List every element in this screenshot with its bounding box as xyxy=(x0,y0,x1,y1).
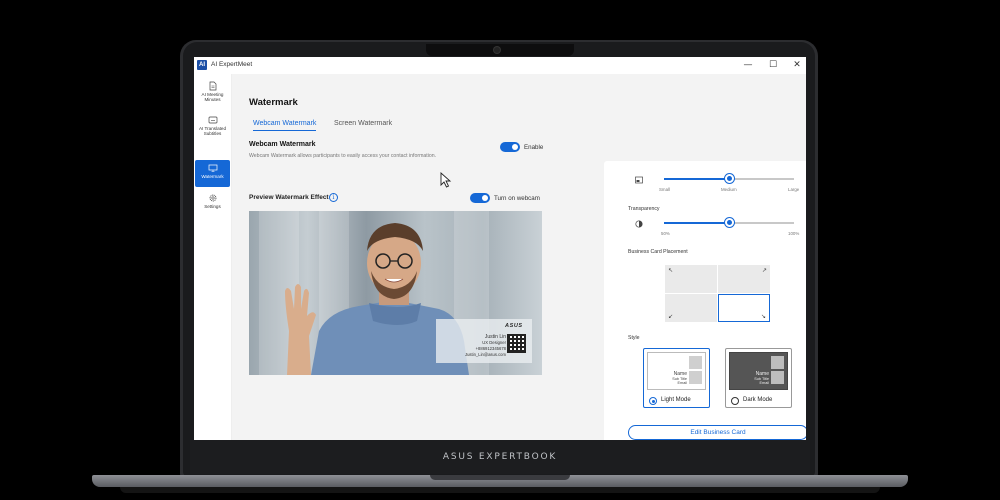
app-window: AI AI ExpertMeet — ☐ ✕ AI Meeting Minute… xyxy=(194,57,806,440)
placement-top-left[interactable]: ↖ xyxy=(665,265,717,293)
window-title: AI ExpertMeet xyxy=(211,61,253,68)
close-button[interactable]: ✕ xyxy=(791,59,803,71)
monitor-icon xyxy=(208,164,217,172)
edit-business-card-button[interactable]: Edit Business Card xyxy=(628,425,806,440)
asus-logo-text: ASUS xyxy=(505,323,523,329)
webcam-toggle-label: Turn on webcam xyxy=(494,195,540,202)
laptop-hinge-notch xyxy=(430,475,570,480)
info-icon[interactable]: i xyxy=(329,193,338,202)
qr-code xyxy=(507,334,526,353)
sidebar-item-label: Watermark xyxy=(201,174,224,179)
dark-mode-radio[interactable] xyxy=(731,397,739,405)
tab-screen-watermark[interactable]: Screen Watermark xyxy=(334,120,392,130)
sidebar-item-label: AI Translated Subtitles xyxy=(198,126,227,137)
size-slider-knob[interactable] xyxy=(724,174,734,183)
enable-watermark-toggle[interactable] xyxy=(500,142,520,152)
sidebar-item-ai-translated-subtitles[interactable]: AI Translated Subtitles xyxy=(195,112,230,142)
transparency-slider-fill xyxy=(664,222,729,224)
qr-placeholder xyxy=(771,371,784,384)
tab-webcam-watermark[interactable]: Webcam Watermark xyxy=(253,120,317,131)
webcam-toggle[interactable] xyxy=(470,193,490,203)
preview-email: Email xyxy=(677,381,688,385)
transparency-tick-min: 50% xyxy=(661,231,670,236)
light-mode-label: Light Mode xyxy=(661,397,691,403)
transparency-slider[interactable] xyxy=(664,218,794,227)
style-option-light[interactable]: Name Sub Title Email Light Mode xyxy=(643,348,710,408)
card-email: Justin_Lin@asus.com xyxy=(464,352,506,357)
arrow-up-right-icon: ↗ xyxy=(761,267,767,274)
arrow-up-left-icon: ↖ xyxy=(668,267,674,274)
dark-mode-preview: Name Sub Title Email xyxy=(729,352,788,390)
placement-bottom-right[interactable]: ↘ xyxy=(718,294,770,322)
sidebar-item-label: Settings xyxy=(204,204,221,209)
preview-text: Name Sub Title Email xyxy=(672,371,687,385)
laptop-brand: ASUS EXPERTBOOK xyxy=(442,452,558,462)
size-tick-medium: Medium xyxy=(721,187,737,192)
placement-grid: ↖ ↗ ↙ ↘ xyxy=(665,265,771,323)
document-icon xyxy=(209,81,216,91)
arrow-down-right-icon: ↘ xyxy=(760,313,766,320)
preview-text: Name Sub Title Email xyxy=(754,371,769,385)
photo-placeholder xyxy=(689,356,702,369)
size-tick-large: Large xyxy=(788,187,800,192)
preview-email: Email xyxy=(759,381,770,385)
gear-icon xyxy=(209,194,216,202)
enable-toggle-label: Enable xyxy=(524,144,544,151)
size-slider[interactable] xyxy=(664,174,794,183)
webcam-lens xyxy=(494,47,500,53)
mouse-cursor-icon xyxy=(440,172,452,188)
webcam-notch xyxy=(426,44,574,56)
style-label: Style xyxy=(628,335,640,341)
webcam-watermark-description: Webcam Watermark allows participants to … xyxy=(249,153,437,159)
webcam-watermark-title: Webcam Watermark xyxy=(249,141,316,148)
dark-mode-label: Dark Mode xyxy=(743,397,773,403)
subtitle-icon xyxy=(208,116,217,124)
light-mode-preview: Name Sub Title Email xyxy=(647,352,706,390)
transparency-label: Transparency xyxy=(628,206,660,212)
page-title: Watermark xyxy=(249,97,298,108)
app-logo-icon: AI xyxy=(197,60,207,70)
main-content: Watermark Webcam Watermark Screen Waterm… xyxy=(232,74,806,440)
preview-title: Preview Watermark Effect xyxy=(249,194,329,201)
arrow-down-left-icon: ↙ xyxy=(668,313,674,320)
transparency-slider-knob[interactable] xyxy=(724,218,734,227)
qr-placeholder xyxy=(689,371,702,384)
transparency-tick-max: 100% xyxy=(788,231,800,236)
watermark-business-card: ASUS Justin Lin UX Designer +88691234567… xyxy=(436,319,532,363)
maximize-button[interactable]: ☐ xyxy=(767,59,779,71)
title-bar: AI AI ExpertMeet — ☐ ✕ xyxy=(194,57,806,74)
card-role: UX Designer xyxy=(482,340,506,345)
image-size-icon xyxy=(635,176,643,184)
style-option-dark[interactable]: Name Sub Title Email Dark Mode xyxy=(725,348,792,408)
minimize-button[interactable]: — xyxy=(742,59,754,71)
laptop-base-shadow xyxy=(120,487,880,493)
contrast-icon xyxy=(635,220,643,228)
placement-bottom-left[interactable]: ↙ xyxy=(665,294,717,322)
settings-panel: Small Medium Large Transparency 50% 100%… xyxy=(604,161,806,440)
light-mode-radio[interactable] xyxy=(649,397,657,405)
sidebar: AI Meeting Minutes AI Translated Subtitl… xyxy=(194,74,232,440)
placement-top-right[interactable]: ↗ xyxy=(718,265,770,293)
webcam-preview: ASUS Justin Lin UX Designer +88691234567… xyxy=(249,211,542,375)
card-phone: +886912345678 xyxy=(475,346,506,351)
size-slider-fill xyxy=(664,178,729,180)
sidebar-item-ai-meeting-minutes[interactable]: AI Meeting Minutes xyxy=(195,78,230,108)
sidebar-item-settings[interactable]: Settings xyxy=(195,190,230,212)
sidebar-item-label: AI Meeting Minutes xyxy=(201,92,224,103)
size-tick-small: Small xyxy=(659,187,670,192)
placement-label: Business Card Placement xyxy=(628,249,688,255)
photo-placeholder xyxy=(771,356,784,369)
sidebar-item-watermark[interactable]: Watermark xyxy=(195,160,230,187)
